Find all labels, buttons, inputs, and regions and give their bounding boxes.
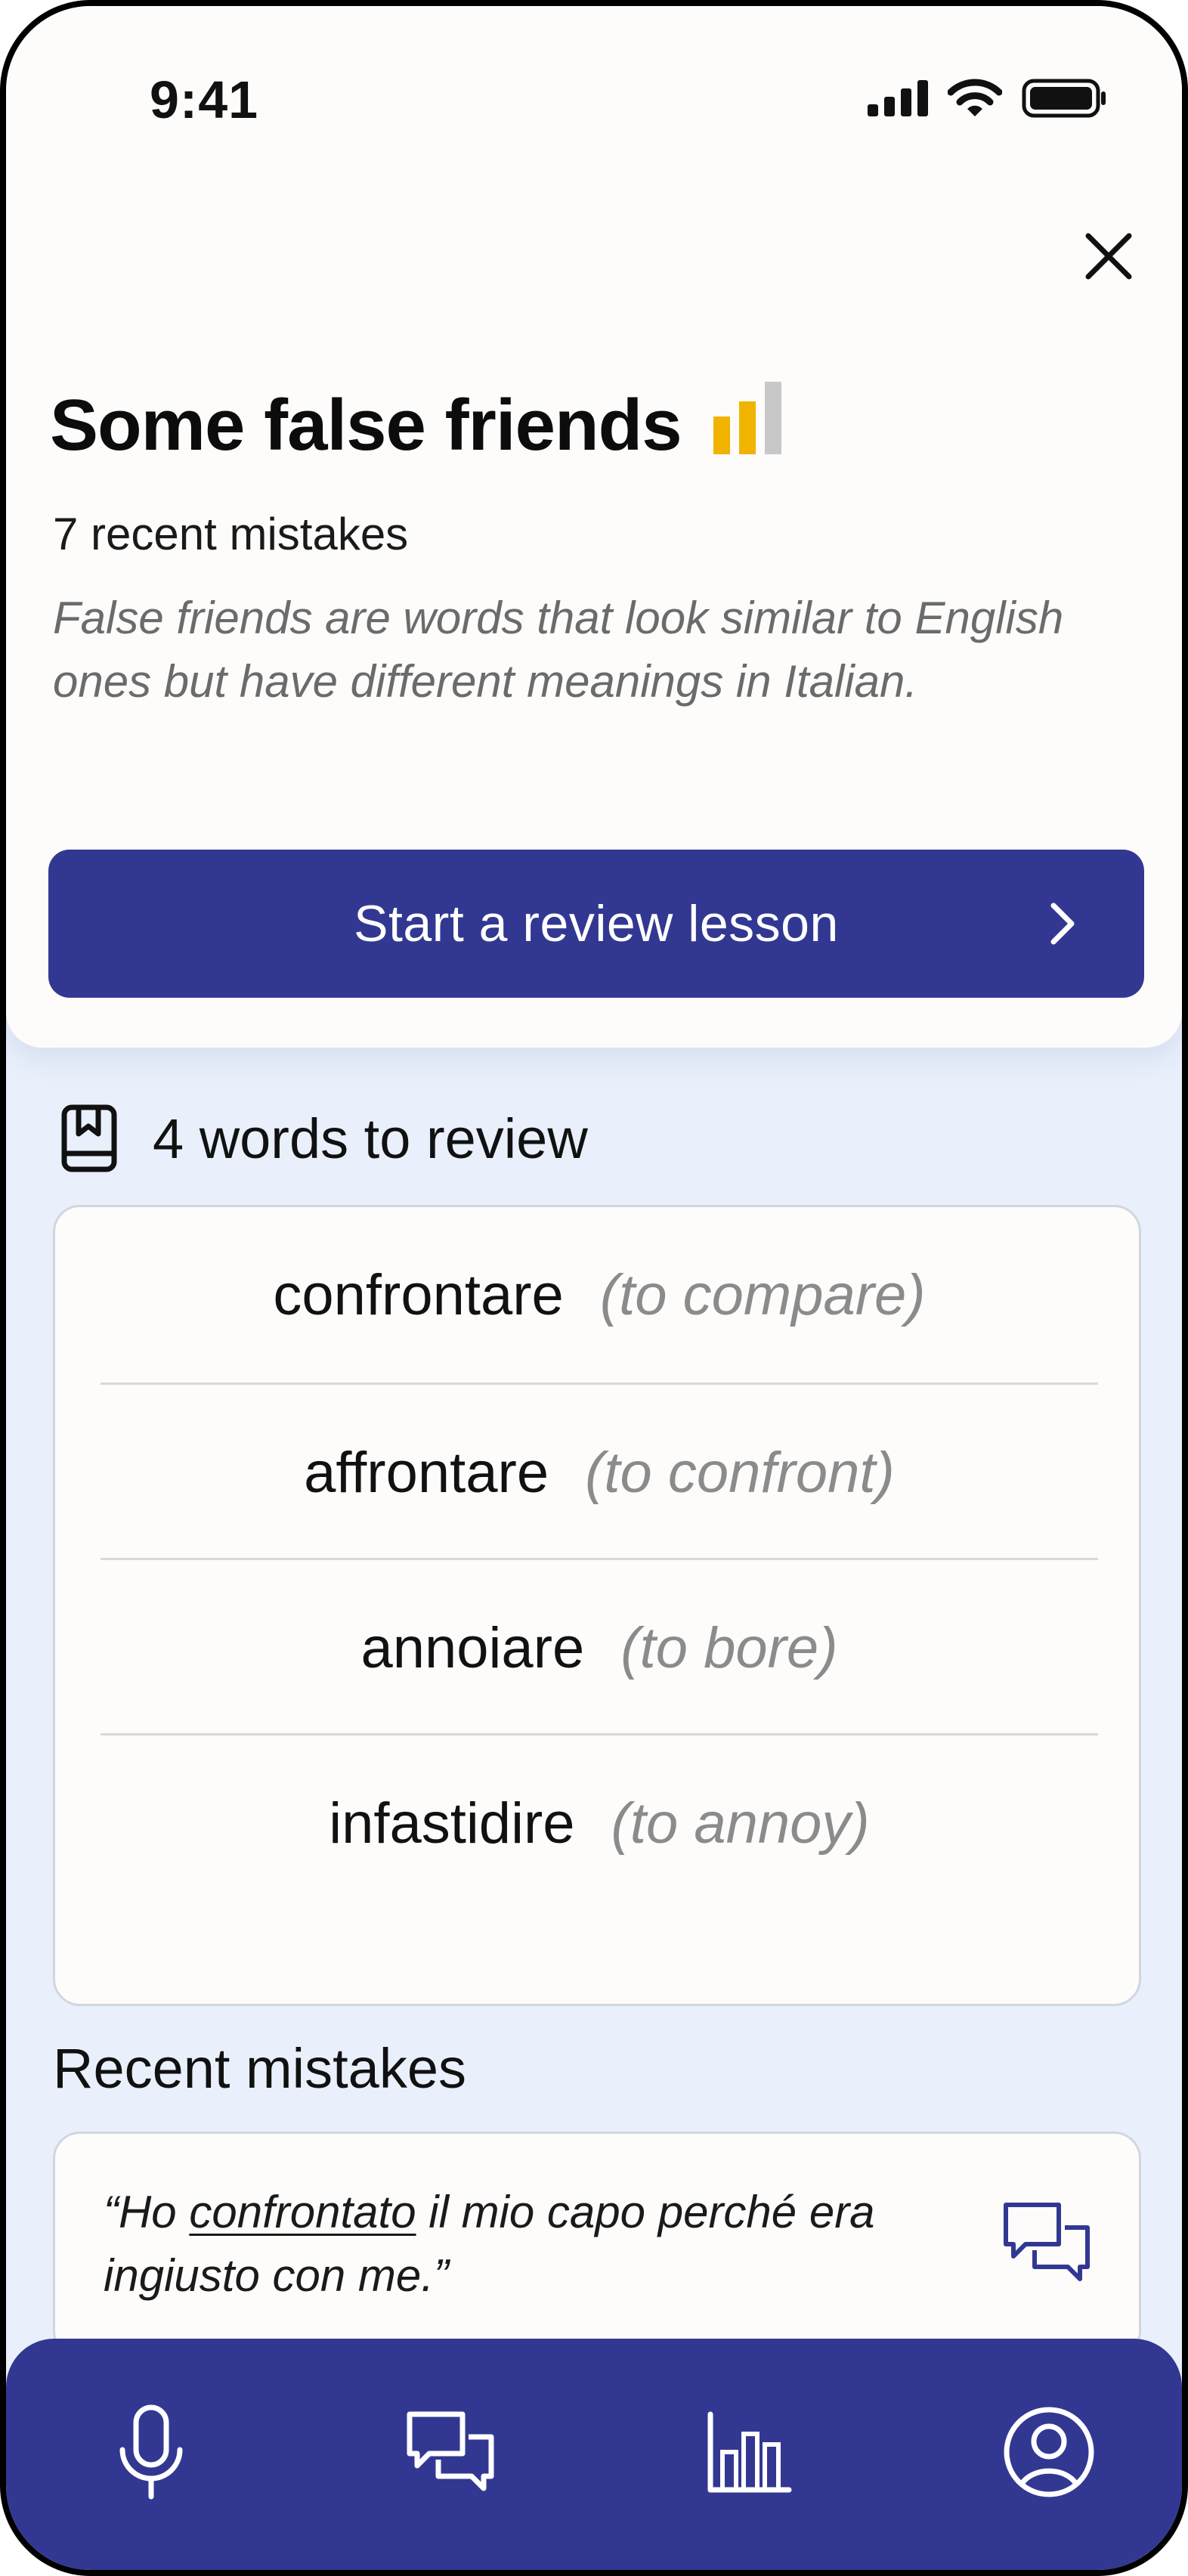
wifi-icon: [948, 79, 1002, 116]
tab-profile[interactable]: [996, 2399, 1102, 2505]
word-row[interactable]: confrontare (to compare): [101, 1207, 1098, 1382]
words-to-review-label: 4 words to review: [153, 1107, 588, 1170]
chat-icon: [407, 2411, 494, 2491]
word-italian: confrontare: [273, 1262, 564, 1327]
mistake-card[interactable]: “Ho confrontato il mio capo perché era i…: [53, 2132, 1141, 2358]
page-title: Some false friends: [50, 385, 682, 466]
phone-frame: 9:41 Some false friends 7 recent mistake…: [0, 0, 1188, 2576]
close-button[interactable]: [1075, 222, 1143, 290]
cellular-signal-icon: [868, 80, 928, 116]
sentence-start: “Ho: [104, 2187, 190, 2237]
recent-mistakes-heading: Recent mistakes: [53, 2037, 466, 2100]
title-row: Some false friends: [50, 382, 786, 467]
book-bookmark-icon: [61, 1104, 117, 1172]
tab-chat[interactable]: [398, 2399, 503, 2505]
chat-icon: [1004, 2203, 1090, 2281]
start-review-button[interactable]: Start a review lesson: [48, 850, 1144, 998]
words-list: confrontare (to compare) affrontare (to …: [53, 1205, 1141, 2006]
discuss-mistake-button[interactable]: [1000, 2197, 1094, 2292]
word-row[interactable]: annoiare (to bore): [101, 1560, 1098, 1735]
bar-chart-icon: [707, 2411, 792, 2493]
mistake-sentence: “Ho confrontato il mio capo perché era i…: [104, 2181, 965, 2308]
signal-bars-icon: [713, 382, 781, 454]
tab-microphone[interactable]: [98, 2399, 204, 2505]
microphone-icon: [119, 2404, 183, 2500]
mistaken-word: confrontato: [189, 2187, 416, 2237]
word-translation: (to compare): [599, 1262, 926, 1327]
word-translation: (to confront): [585, 1440, 895, 1505]
status-time: 9:41: [150, 70, 259, 129]
words-to-review-heading: 4 words to review: [60, 1104, 588, 1173]
mistake-count: 7 recent mistakes: [53, 509, 409, 559]
status-icons: [868, 79, 1106, 118]
bottom-tab-bar: [6, 2339, 1182, 2570]
tab-progress[interactable]: [697, 2399, 803, 2505]
word-translation: (to bore): [620, 1615, 838, 1680]
lesson-header-card: 9:41 Some false friends 7 recent mistake…: [6, 6, 1182, 1048]
word-row[interactable]: affrontare (to confront): [101, 1385, 1098, 1560]
word-italian: affrontare: [304, 1440, 549, 1505]
word-row[interactable]: infastidire (to annoy): [101, 1735, 1098, 1911]
close-icon: [1085, 233, 1132, 280]
battery-icon: [1022, 79, 1106, 118]
description: False friends are words that look simila…: [53, 593, 1064, 707]
profile-icon: [1004, 2407, 1094, 2497]
word-italian: annoiare: [360, 1615, 585, 1680]
chevron-right-icon: [1050, 903, 1075, 945]
word-translation: (to annoy): [611, 1791, 870, 1856]
start-review-label: Start a review lesson: [354, 895, 839, 952]
word-italian: infastidire: [329, 1791, 575, 1856]
